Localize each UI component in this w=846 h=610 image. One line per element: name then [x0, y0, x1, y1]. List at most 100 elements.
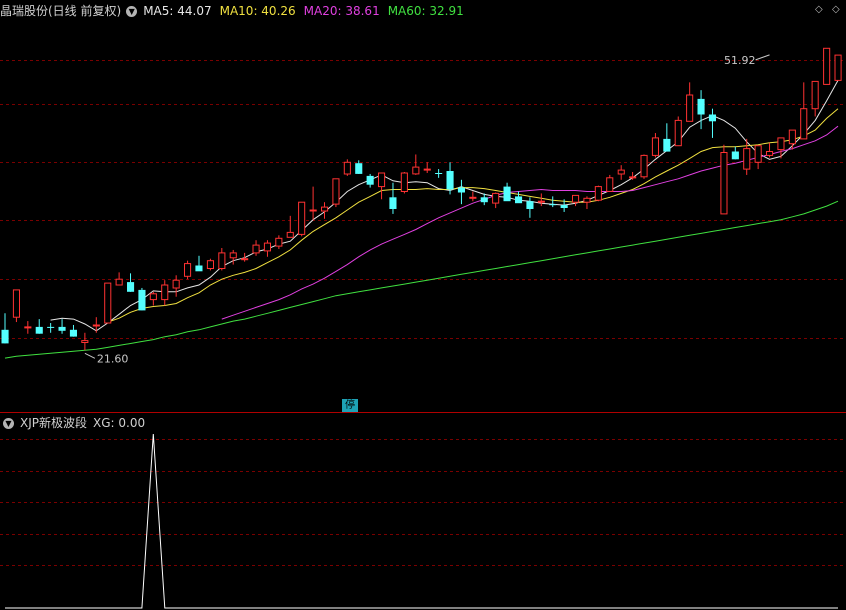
candle: [651, 133, 660, 158]
candle-body: [332, 178, 340, 205]
candle-body: [92, 324, 100, 327]
candle-body: [286, 231, 294, 238]
candle-body: [389, 197, 397, 209]
candle-body: [788, 129, 796, 145]
candle-body: [651, 137, 660, 156]
candle-body: [47, 326, 55, 328]
candle-body: [423, 168, 431, 171]
candle: [263, 240, 271, 257]
candle-body: [343, 161, 351, 175]
annotation-label: 51.92: [724, 54, 756, 67]
candle-body: [435, 173, 443, 174]
candle: [127, 273, 135, 292]
candle-body: [229, 252, 237, 259]
candle-body: [708, 114, 716, 122]
main-chart-header: 晶瑞股份(日线 前复权) ▼ MA5: 44.07 MA10: 40.26 MA20…: [0, 1, 478, 21]
candle-body: [1, 329, 9, 344]
price-annotations: 51.92 21.60: [84, 54, 770, 365]
ma-legend: MA5: 44.07 MA10: 40.26 MA20: 38.61 MA60: 32…: [143, 1, 472, 21]
candle: [708, 108, 716, 138]
candle-body: [515, 196, 523, 204]
candle: [697, 90, 705, 130]
candle-body: [138, 289, 146, 311]
candle: [823, 47, 831, 85]
candle: [184, 260, 192, 280]
candle: [161, 280, 169, 306]
indicator-gridlines: [0, 439, 846, 566]
candle: [720, 144, 728, 215]
candle-body: [629, 176, 637, 179]
candle: [241, 252, 249, 262]
candle-body: [811, 80, 819, 110]
candle: [286, 215, 294, 238]
candle: [594, 185, 602, 202]
candle: [515, 191, 523, 204]
ma-line-ma5: [50, 80, 839, 332]
candle: [663, 123, 671, 152]
candle-body: [503, 186, 511, 202]
candle: [218, 248, 226, 271]
candle: [172, 275, 180, 297]
candle-body: [12, 289, 20, 318]
candle: [503, 182, 511, 202]
candle: [777, 137, 785, 159]
candle-body: [754, 145, 762, 163]
candle-body: [606, 177, 614, 192]
candle: [469, 191, 477, 202]
settings-icon[interactable]: ◇: [832, 4, 840, 15]
candle-body: [777, 137, 785, 151]
candle: [229, 249, 237, 265]
ma-legend-item: MA60: 32.91: [387, 4, 464, 18]
candle-body: [480, 197, 488, 203]
candle: [1, 313, 9, 344]
ma-legend-item: MA10: 40.26: [219, 4, 296, 18]
candle: [104, 282, 112, 324]
candle: [788, 129, 796, 150]
indicator-lines: [5, 433, 838, 609]
candle-body: [572, 194, 580, 203]
candle-body: [743, 148, 751, 170]
candle: [537, 193, 545, 207]
stock-title[interactable]: 晶瑞股份(日线 前复权): [0, 1, 121, 21]
indicator-name[interactable]: XJP新极波段: [20, 413, 87, 433]
candle: [92, 317, 100, 333]
candle-body: [218, 252, 226, 269]
candle-body: [241, 258, 249, 261]
diamond-icon[interactable]: ◇: [815, 4, 823, 15]
candle: [366, 173, 374, 188]
chevron-down-icon[interactable]: ▼: [126, 5, 138, 17]
candle: [674, 116, 682, 147]
candle: [47, 323, 55, 333]
annotation-label: 21.60: [97, 352, 129, 365]
candle: [389, 182, 397, 214]
candle-body: [674, 119, 682, 147]
candle-body: [263, 242, 271, 252]
candle-body: [766, 151, 774, 156]
candle-body: [594, 186, 602, 201]
candle-body: [617, 169, 625, 175]
chevron-down-icon[interactable]: ▼: [3, 417, 14, 429]
candle-body: [275, 237, 283, 247]
kline-chart[interactable]: 51.92 21.60: [0, 0, 846, 610]
candle: [58, 319, 66, 334]
candle-body: [492, 192, 500, 204]
candle: [378, 172, 386, 200]
candle-body: [321, 206, 329, 212]
candle: [435, 169, 443, 178]
candle: [549, 196, 557, 208]
candle: [583, 196, 591, 210]
candle: [572, 194, 580, 207]
candle: [800, 82, 808, 140]
annotation-arrow: [755, 54, 770, 61]
candle-body: [24, 326, 32, 329]
candle: [206, 258, 214, 271]
candle: [526, 197, 534, 218]
candle: [766, 142, 774, 158]
candle-body: [355, 163, 363, 174]
suspension-badge: 停: [342, 399, 358, 412]
candle: [400, 172, 408, 194]
candle-body: [640, 154, 648, 178]
candle-body: [58, 326, 66, 331]
candle-body: [252, 244, 260, 254]
candle-body: [560, 205, 568, 208]
